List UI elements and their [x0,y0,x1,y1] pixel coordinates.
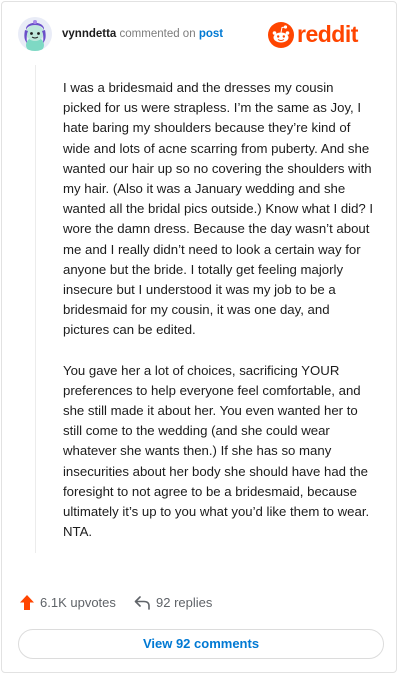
replies-button[interactable]: 92 replies [134,595,212,610]
reply-arrow-icon [134,595,150,610]
comment-meta: vynndetta commented on post [62,28,223,40]
view-comments-button[interactable]: View 92 comments [18,629,384,659]
comment-header: vynndetta commented on post reddit [18,15,380,55]
comment-paragraph: You gave her a lot of choices, sacrifici… [63,362,370,540]
reddit-logo[interactable]: reddit [268,20,380,50]
comment-paragraph: I was a bridesmaid and the dresses my co… [63,80,374,338]
post-link[interactable]: post [199,28,223,40]
reply-count: 92 replies [156,595,213,610]
thread-line [35,65,36,553]
comment-body: I was a bridesmaid and the dresses my co… [63,78,375,562]
snoo-avatar-icon [18,17,52,51]
upvote-count: 6.1K upvotes [40,595,116,610]
reddit-logo-icon [268,22,294,48]
username[interactable]: vynndetta [62,28,116,40]
upvote-button[interactable]: 6.1K upvotes [20,595,116,610]
action-text: commented on [119,28,196,40]
comment-actions: 6.1K upvotes 92 replies [18,595,380,615]
comment-card: vynndetta commented on post reddit I was… [1,1,397,673]
logo-wordmark: reddit [297,21,358,47]
upvote-arrow-icon [20,595,34,610]
avatar[interactable] [18,17,52,51]
